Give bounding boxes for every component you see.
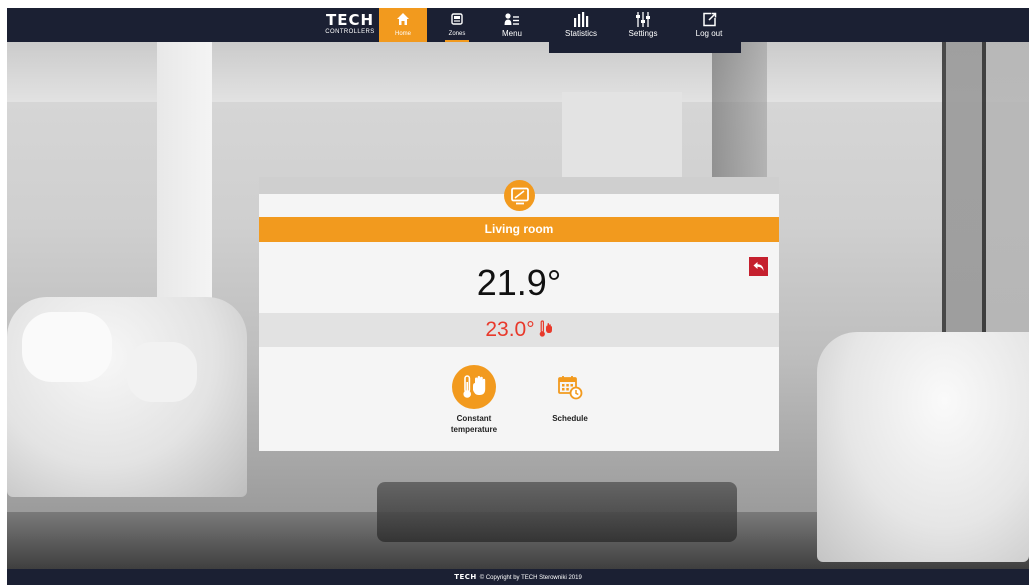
zones-icon bbox=[451, 13, 463, 25]
room-name: Living room bbox=[259, 217, 779, 242]
footer-copyright: © Copyright by TECH Sterowniki 2019 bbox=[479, 575, 582, 581]
room-panel: Living room 21.9° 23.0° Constant tempera… bbox=[259, 177, 779, 451]
top-nav-bar: TECH CONTROLLERS Home Zones Menu Statist… bbox=[7, 8, 1029, 42]
nav-logout[interactable]: Log out bbox=[685, 8, 733, 42]
footer-brand: TECH bbox=[454, 573, 477, 581]
set-temperature[interactable]: 23.0° bbox=[259, 313, 779, 349]
current-temperature: 21.9° bbox=[476, 262, 562, 303]
mode-schedule-icon-wrap bbox=[548, 365, 592, 409]
footer: TECH © Copyright by TECH Sterowniki 2019 bbox=[7, 569, 1029, 585]
mode-constant-circle bbox=[452, 365, 496, 409]
logo-subtext: CONTROLLERS bbox=[325, 29, 375, 35]
mode-constant-temperature[interactable]: Constant temperature bbox=[429, 365, 519, 435]
mode-constant-label-line2: temperature bbox=[450, 425, 498, 434]
tech-logo[interactable]: TECH CONTROLLERS bbox=[318, 12, 382, 38]
home-icon bbox=[397, 13, 409, 25]
set-temperature-band[interactable]: 23.0° bbox=[259, 313, 779, 347]
hand-thermometer-icon bbox=[539, 315, 553, 349]
nav-menu[interactable]: Menu bbox=[488, 8, 536, 42]
statistics-icon bbox=[574, 12, 589, 27]
nav-home[interactable]: Home bbox=[379, 8, 427, 42]
nav-zones-label: Zones bbox=[448, 31, 466, 37]
mode-schedule[interactable]: Schedule bbox=[525, 365, 615, 424]
nav-menu-label: Menu bbox=[501, 29, 522, 38]
menu-icon bbox=[504, 13, 519, 25]
room-screen-icon bbox=[510, 187, 529, 204]
calendar-clock-icon bbox=[558, 376, 583, 400]
nav-dropdown-strip bbox=[549, 40, 741, 53]
mode-constant-label-line1: Constant bbox=[456, 414, 492, 423]
app-frame: TECH CONTROLLERS Home Zones Menu Statist… bbox=[7, 8, 1029, 585]
nav-statistics[interactable]: Statistics bbox=[557, 8, 605, 42]
hand-thermometer-icon bbox=[463, 375, 486, 398]
set-temperature-value: 23.0° bbox=[485, 318, 535, 341]
mode-schedule-label: Schedule bbox=[552, 414, 588, 423]
nav-settings-label: Settings bbox=[628, 29, 658, 38]
nav-home-label: Home bbox=[394, 31, 411, 37]
logout-icon bbox=[702, 12, 716, 27]
room-icon-badge bbox=[504, 180, 535, 211]
logo-text: TECH bbox=[325, 11, 375, 29]
nav-statistics-label: Statistics bbox=[564, 29, 597, 38]
nav-settings[interactable]: Settings bbox=[619, 8, 667, 42]
nav-zones[interactable]: Zones bbox=[433, 8, 481, 42]
nav-logout-label: Log out bbox=[695, 29, 723, 38]
settings-icon bbox=[636, 12, 650, 27]
